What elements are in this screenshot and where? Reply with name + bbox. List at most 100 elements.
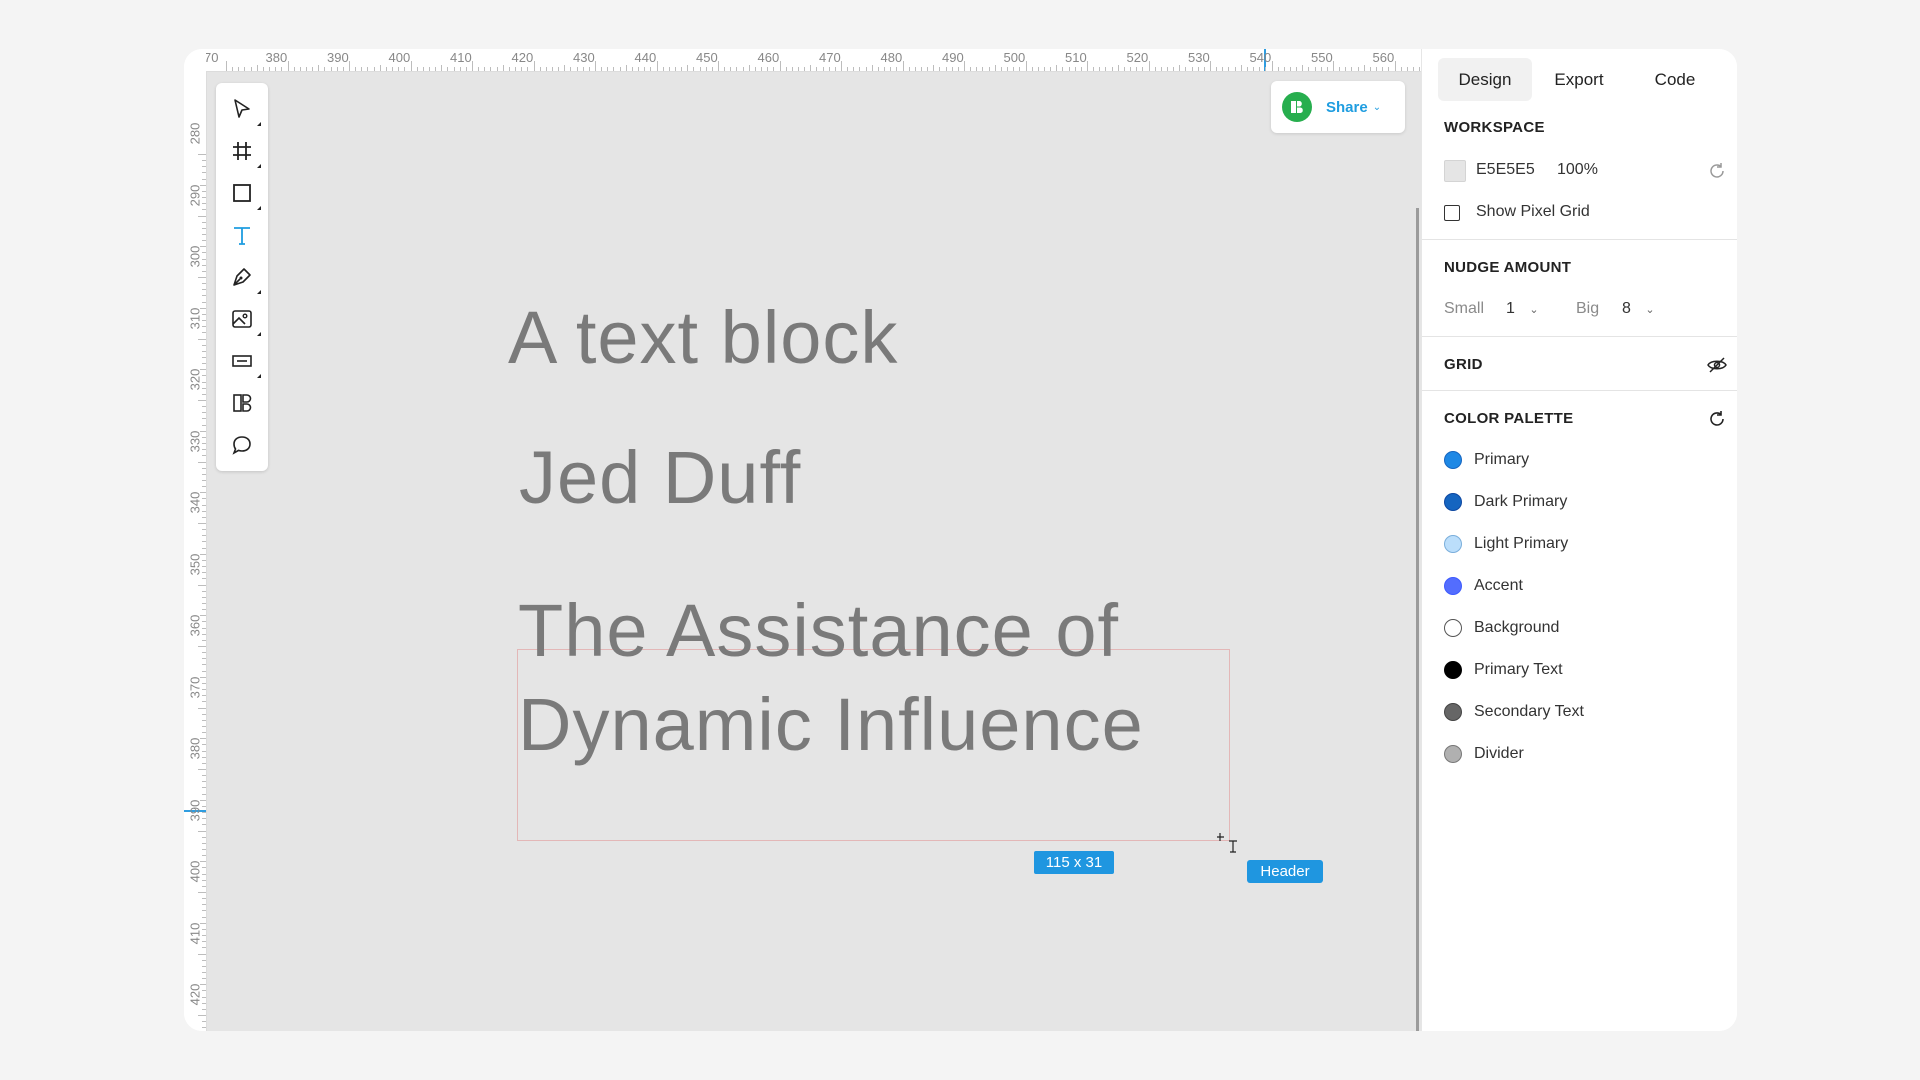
tab-design[interactable]: Design xyxy=(1438,58,1532,101)
ruler-label: 350 xyxy=(187,553,203,575)
ruler-label: 410 xyxy=(450,50,472,65)
canvas[interactable]: Share ⌄ A text block Jed Duff The Assist… xyxy=(207,72,1605,1031)
ruler-label: 520 xyxy=(1126,50,1149,65)
pen-tool-button[interactable] xyxy=(229,264,261,294)
nudge-small-label: Small xyxy=(1444,300,1485,317)
speech-bubble-icon xyxy=(232,436,251,455)
ruler-tick xyxy=(398,67,400,71)
ruler-tick xyxy=(441,65,443,71)
ruler-tick xyxy=(428,67,430,71)
ruler-tick xyxy=(202,516,206,518)
ruler-tick xyxy=(508,67,510,71)
nudge-big-label: Big xyxy=(1576,300,1600,317)
ruler-tick xyxy=(198,277,206,278)
ruler-tick xyxy=(404,67,406,71)
ruler-tick xyxy=(1000,67,1002,71)
color-swatch[interactable] xyxy=(1444,451,1462,469)
comment-tool-button[interactable] xyxy=(229,432,255,458)
color-swatch[interactable] xyxy=(1444,661,1462,679)
share-button[interactable]: Share ⌄ xyxy=(1271,81,1405,133)
workspace-color-hex[interactable]: E5E5E5 xyxy=(1476,161,1535,179)
frame-tool-button[interactable] xyxy=(229,138,261,168)
ruler-tick xyxy=(1412,67,1414,71)
palette-item-secondary-text[interactable]: Secondary Text xyxy=(1444,700,1584,724)
ruler-tick xyxy=(330,67,332,71)
ruler-tick xyxy=(1253,67,1255,71)
pixel-grid-checkbox[interactable] xyxy=(1444,205,1460,221)
color-swatch[interactable] xyxy=(1444,493,1462,511)
components-tool-button[interactable] xyxy=(229,390,255,416)
ruler-tick xyxy=(1259,67,1261,71)
palette-item-primary-text[interactable]: Primary Text xyxy=(1444,658,1563,682)
color-swatch[interactable] xyxy=(1444,745,1462,763)
palette-item-divider[interactable]: Divider xyxy=(1444,742,1524,766)
reset-icon[interactable] xyxy=(1706,160,1728,182)
ruler-tick xyxy=(1093,67,1095,71)
ruler-tick xyxy=(198,953,206,955)
nudge-small-select[interactable]: 1 ⌄ xyxy=(1506,300,1539,318)
ruler-tick xyxy=(202,996,206,998)
refresh-icon[interactable] xyxy=(1706,408,1728,430)
ruler-label: 360 xyxy=(187,614,203,637)
ruler-tick xyxy=(355,67,357,71)
ruler-tick xyxy=(318,65,320,71)
palette-item-dark-primary[interactable]: Dark Primary xyxy=(1444,490,1567,514)
ruler-corner xyxy=(184,49,206,71)
ruler-tick xyxy=(1210,61,1211,71)
text-tool-button[interactable] xyxy=(229,222,255,248)
ruler-tick xyxy=(1130,67,1132,71)
share-label: Share xyxy=(1326,98,1368,116)
ruler-tick xyxy=(1173,67,1175,71)
ruler-tick xyxy=(202,873,206,875)
panel-tabs: Design Export Code xyxy=(1422,58,1737,101)
eye-hidden-icon[interactable] xyxy=(1706,354,1728,376)
canvas-scrollbar[interactable] xyxy=(1416,208,1419,1031)
palette-item-accent[interactable]: Accent xyxy=(1444,574,1523,598)
color-swatch[interactable] xyxy=(1444,577,1462,595)
workspace-color-swatch[interactable] xyxy=(1444,160,1466,182)
ruler-tick xyxy=(884,67,886,71)
text-layer-a-text-block[interactable]: A text block xyxy=(508,295,898,380)
ruler-tick xyxy=(202,233,206,235)
workspace-opacity[interactable]: 100% xyxy=(1557,161,1598,179)
tool-palette xyxy=(216,83,268,471)
palette-item-label: Light Primary xyxy=(1474,535,1569,552)
color-swatch[interactable] xyxy=(1444,619,1462,637)
palette-item-background[interactable]: Background xyxy=(1444,616,1559,640)
ruler-tick xyxy=(681,67,683,71)
ruler-tick xyxy=(1326,67,1328,71)
text-layer-jed-duff[interactable]: Jed Duff xyxy=(519,435,801,520)
color-swatch[interactable] xyxy=(1444,703,1462,721)
ruler-tick xyxy=(1007,67,1009,71)
ruler-tick xyxy=(1333,61,1334,71)
ruler-tick xyxy=(202,928,206,930)
nudge-big-select[interactable]: 8 ⌄ xyxy=(1622,300,1655,318)
ruler-tick xyxy=(202,793,206,795)
ruler-tick xyxy=(1394,61,1396,71)
input-tool-button[interactable] xyxy=(229,348,261,378)
ruler-tick xyxy=(202,689,206,691)
ruler-tick xyxy=(908,67,910,71)
ruler-tick xyxy=(914,67,916,71)
ruler-tick xyxy=(1166,67,1168,71)
tab-export[interactable]: Export xyxy=(1532,58,1626,101)
tab-code[interactable]: Code xyxy=(1628,58,1722,101)
ruler-label: 320 xyxy=(187,368,203,391)
color-swatch[interactable] xyxy=(1444,535,1462,553)
ruler-tick xyxy=(373,67,375,71)
select-tool-button[interactable] xyxy=(229,96,261,126)
palette-item-label: Background xyxy=(1474,619,1560,636)
palette-item-primary[interactable]: Primary xyxy=(1444,448,1529,472)
ruler-tick xyxy=(198,769,206,770)
ruler-label: 450 xyxy=(696,50,718,65)
ruler-tick xyxy=(582,67,584,71)
palette-item-light-primary[interactable]: Light Primary xyxy=(1444,532,1568,556)
ruler-tick xyxy=(305,67,307,71)
submenu-indicator xyxy=(257,122,261,126)
text-layer-header[interactable]: The Assistance of Dynamic Influence xyxy=(518,584,1238,772)
rectangle-tool-button[interactable] xyxy=(229,180,261,210)
ruler-label: 300 xyxy=(187,245,203,268)
ruler-tick xyxy=(902,61,904,71)
ruler-tick xyxy=(607,67,609,71)
image-tool-button[interactable] xyxy=(229,306,261,336)
